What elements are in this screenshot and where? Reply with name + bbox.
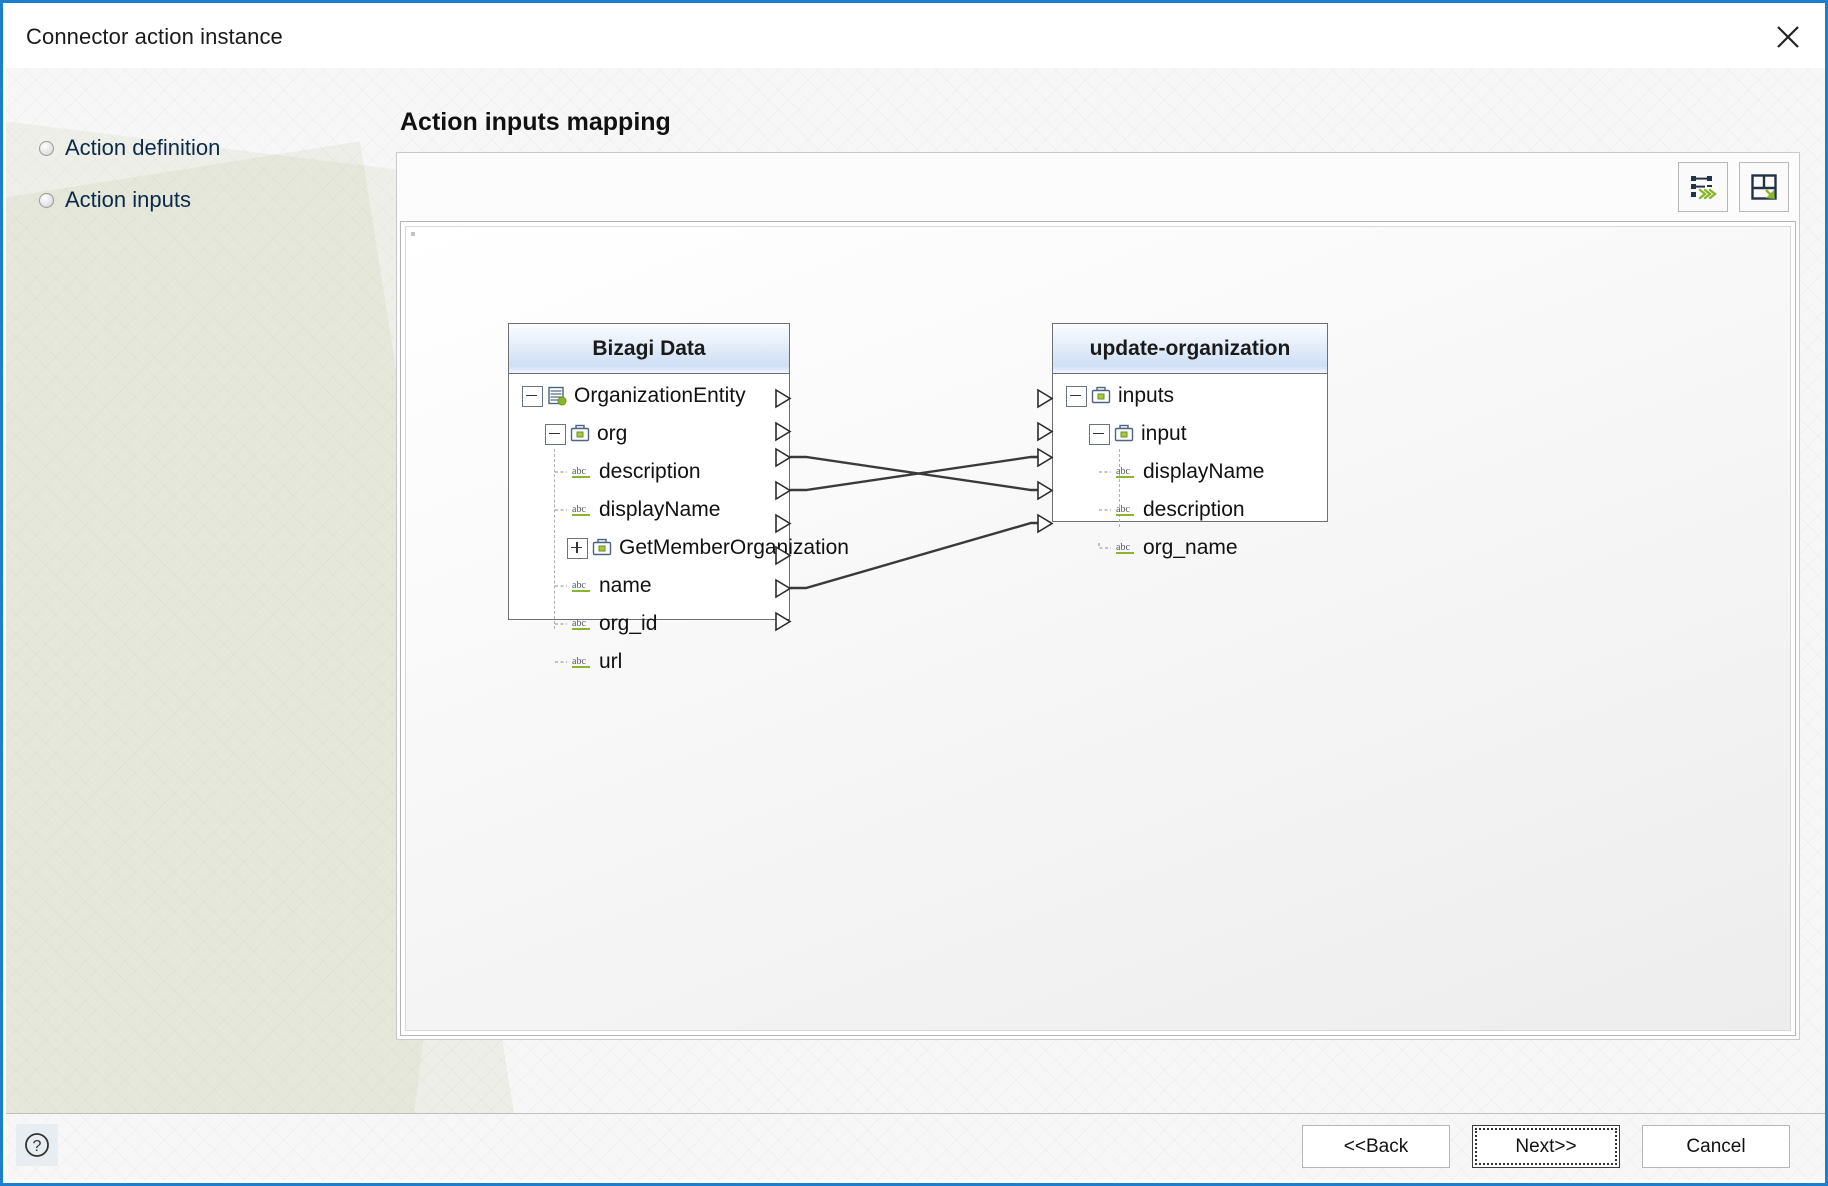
- connector-action-instance-dialog: Connector action instance Action definit…: [0, 0, 1828, 1186]
- next-button[interactable]: Next>>: [1472, 1125, 1620, 1168]
- main-content: Action inputs mapping Bizagi Data Organi…: [396, 68, 1825, 1120]
- bullet-icon: [39, 192, 54, 208]
- port-target-org-name[interactable]: [1037, 513, 1054, 534]
- port-target-displayname[interactable]: [1037, 447, 1054, 468]
- target-ports: [1037, 388, 1054, 534]
- auto-map-button[interactable]: [1678, 162, 1728, 212]
- fit-to-window-button[interactable]: [1739, 162, 1789, 212]
- close-icon[interactable]: [1760, 14, 1816, 60]
- dialog-footer: ? <<Back Next>> Cancel: [6, 1113, 1825, 1180]
- mapping-canvas-frame: Bizagi Data OrganizationEntity org abc d…: [400, 221, 1796, 1036]
- mapping-canvas[interactable]: Bizagi Data OrganizationEntity org abc d…: [405, 226, 1791, 1031]
- cancel-button[interactable]: Cancel: [1642, 1125, 1790, 1168]
- back-button[interactable]: <<Back: [1302, 1125, 1450, 1168]
- help-icon[interactable]: ?: [16, 1124, 58, 1166]
- footer-buttons: <<Back Next>> Cancel: [1302, 1125, 1790, 1168]
- wizard-steps-nav: Action definition Action inputs: [6, 68, 386, 1120]
- svg-text:?: ?: [33, 1138, 42, 1155]
- page-title: Action inputs mapping: [400, 108, 671, 136]
- sidebar-item-label: Action inputs: [65, 187, 191, 212]
- window-title: Connector action instance: [26, 24, 283, 49]
- sidebar-item-label: Action definition: [65, 135, 221, 160]
- title-bar: Connector action instance: [6, 6, 1825, 68]
- dialog-body: Action definition Action inputs Action i…: [6, 68, 1825, 1120]
- bullet-icon: [39, 140, 54, 156]
- port-input[interactable]: [1037, 421, 1054, 442]
- sidebar-item-action-inputs[interactable]: Action inputs: [39, 187, 191, 213]
- port-inputs[interactable]: [1037, 388, 1054, 409]
- sidebar-item-action-definition[interactable]: Action definition: [39, 135, 220, 161]
- port-target-description[interactable]: [1037, 480, 1054, 501]
- mapping-panel: Bizagi Data OrganizationEntity org abc d…: [396, 152, 1800, 1040]
- mapping-toolbar: [1678, 162, 1789, 212]
